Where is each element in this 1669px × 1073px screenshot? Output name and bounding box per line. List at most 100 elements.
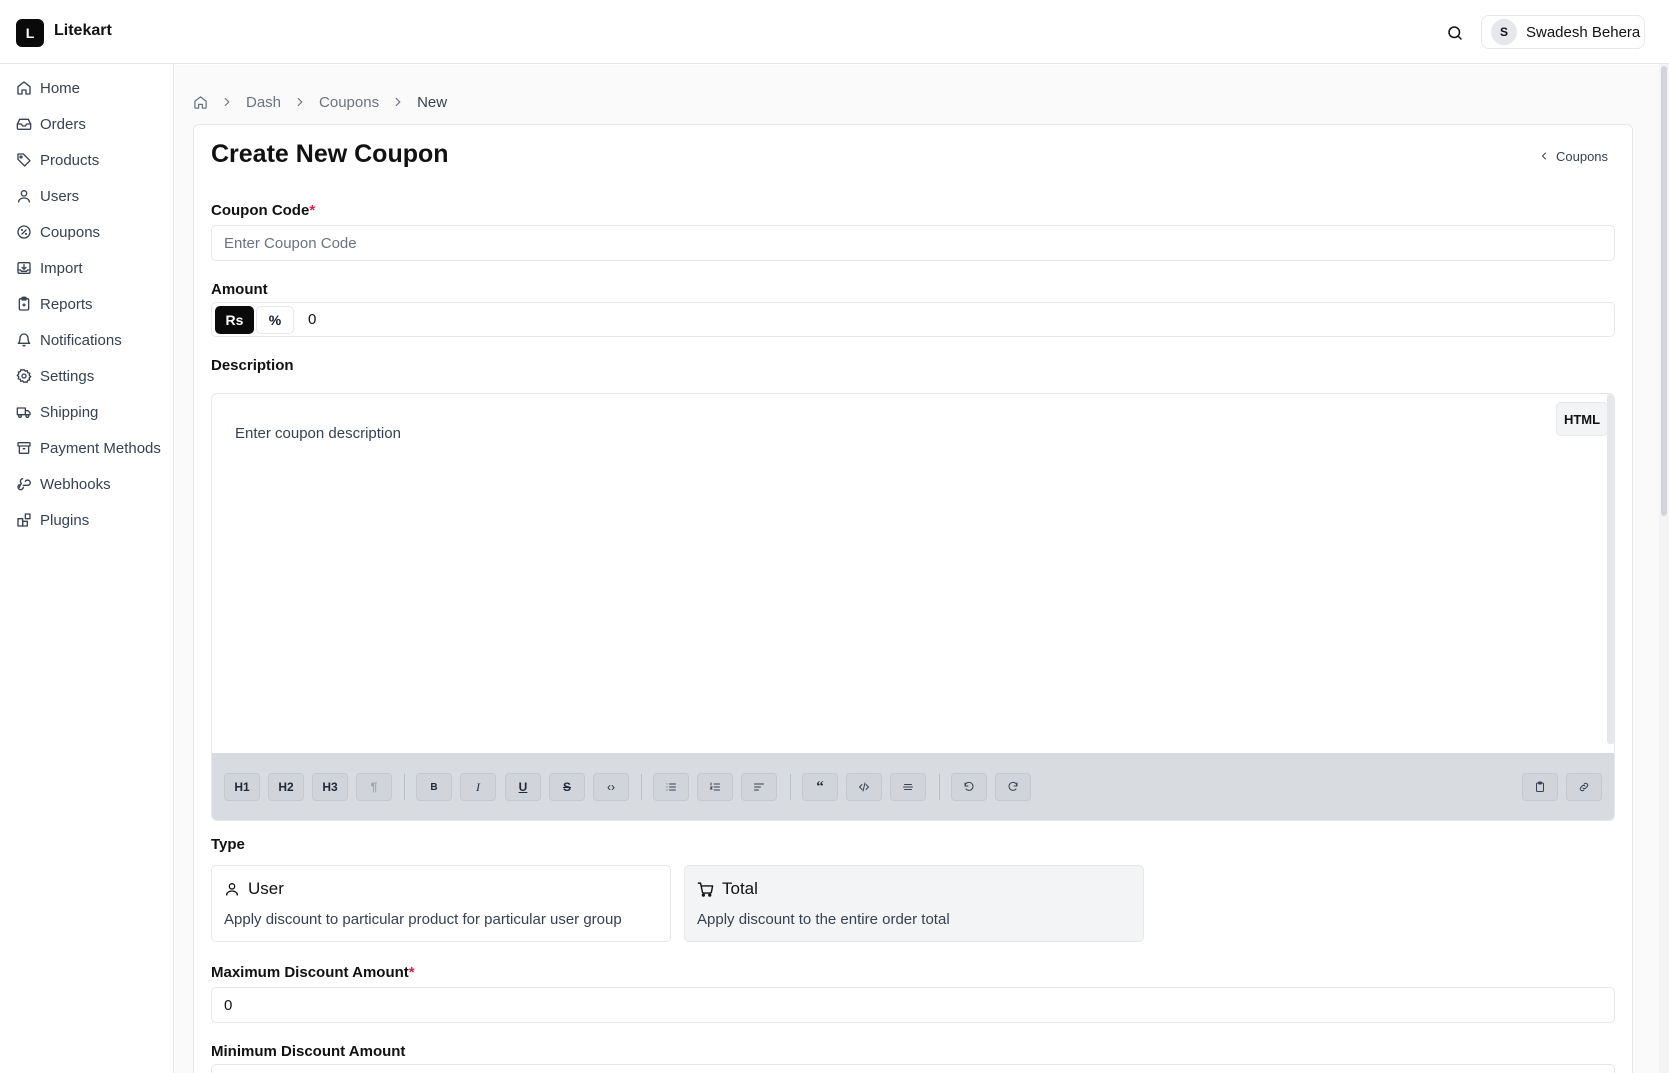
page-title: Create New Coupon [211, 140, 449, 168]
type-option-title-row: User [224, 879, 284, 899]
italic-button[interactable]: I [460, 773, 496, 801]
sidebar-item-label: Shipping [40, 403, 99, 421]
sidebar-item-settings[interactable]: Settings [16, 364, 94, 388]
sidebar-item-shipping[interactable]: Shipping [16, 400, 98, 424]
chevron-right-icon [395, 97, 401, 107]
sidebar-item-orders[interactable]: Orders [16, 112, 86, 136]
bullet-list-button[interactable] [653, 773, 689, 801]
sidebar-item-label: Coupons [40, 223, 101, 241]
heading-1-button[interactable]: H1 [224, 773, 260, 801]
sidebar-item-payment-methods[interactable]: Payment Methods [16, 436, 161, 460]
clipboard-icon [1536, 781, 1544, 792]
sidebar-item-label: Notifications [40, 331, 122, 349]
sidebar-item-home[interactable]: Home [16, 76, 80, 100]
sidebar-item-reports[interactable]: Reports [16, 292, 93, 316]
html-mode-button[interactable]: HTML [1556, 402, 1608, 436]
align-button[interactable] [741, 773, 777, 801]
paste-button[interactable] [1522, 773, 1558, 801]
sidebar-item-label: Settings [40, 367, 95, 385]
align-icon [754, 783, 764, 791]
required-mark: * [309, 202, 316, 219]
app-name[interactable]: Litekart [54, 22, 112, 40]
home-icon [17, 81, 31, 95]
amount-field[interactable]: Rs % 0 [211, 302, 1615, 337]
horizontal-rule-icon [903, 784, 913, 790]
sidebar: Home Orders Products Users Coupons Impor… [0, 64, 174, 1073]
link-button[interactable] [1566, 773, 1602, 801]
coupon-code-label: Coupon Code* [211, 202, 315, 219]
toolbar-divider [641, 774, 642, 800]
min-discount-label: Minimum Discount Amount [211, 1043, 406, 1060]
type-label: Type [211, 836, 245, 853]
sidebar-item-import[interactable]: Import [16, 256, 83, 280]
link-icon [1579, 782, 1589, 792]
sidebar-item-webhooks[interactable]: Webhooks [16, 472, 111, 496]
redo-button[interactable] [995, 773, 1031, 801]
ordered-list-button[interactable] [697, 773, 733, 801]
bold-button[interactable]: B [416, 773, 452, 801]
strikethrough-button[interactable]: S [549, 773, 585, 801]
chevron-right-icon [297, 97, 303, 107]
chevron-left-icon [1541, 152, 1546, 160]
amount-type-rs-button[interactable]: Rs [215, 306, 254, 334]
inbox-icon [16, 118, 32, 130]
type-option-total[interactable]: Total Apply discount to the entire order… [684, 865, 1144, 942]
heading-3-button[interactable]: H3 [312, 773, 348, 801]
type-option-title-row: Total [697, 879, 758, 899]
breadcrumb-dash[interactable]: Dash [246, 94, 281, 111]
sidebar-item-label: Products [40, 151, 100, 169]
coupon-code-label-text: Coupon Code [211, 202, 310, 219]
toolbar-divider [404, 774, 405, 800]
sidebar-item-label: Plugins [40, 511, 90, 529]
home-icon[interactable] [193, 95, 208, 110]
undo-icon [964, 781, 974, 791]
search-button[interactable] [1441, 19, 1469, 47]
blockquote-button[interactable]: “ [802, 773, 838, 801]
redo-icon [1008, 781, 1018, 791]
max-discount-input[interactable] [211, 987, 1615, 1023]
amount-input[interactable]: 0 [308, 311, 316, 328]
coupon-code-input[interactable] [211, 225, 1615, 261]
archive-icon [17, 442, 31, 454]
bell-icon [17, 333, 31, 347]
user-name: Swadesh Behera [1526, 23, 1641, 41]
horizontal-rule-button[interactable] [890, 773, 926, 801]
page-scrollbar-thumb[interactable] [1661, 66, 1667, 516]
heading-2-button[interactable]: H2 [268, 773, 304, 801]
sidebar-item-coupons[interactable]: Coupons [16, 220, 100, 244]
breadcrumb-coupons[interactable]: Coupons [319, 94, 379, 111]
sidebar-item-products[interactable]: Products [16, 148, 99, 172]
app-logo[interactable]: L [16, 19, 44, 47]
paragraph-button[interactable]: ¶ [356, 773, 392, 801]
editor-scrollbar[interactable] [1607, 394, 1614, 744]
bullet-list-icon [666, 783, 676, 791]
inline-code-button[interactable]: ‹› [593, 773, 629, 801]
sidebar-item-plugins[interactable]: Plugins [16, 508, 89, 532]
sidebar-item-label: Import [40, 259, 83, 277]
blocks-icon [17, 513, 31, 527]
toolbar-divider [790, 774, 791, 800]
user-menu-button[interactable]: S Swadesh Behera [1481, 15, 1645, 49]
min-discount-input[interactable] [211, 1064, 1615, 1073]
description-editor[interactable]: Enter coupon description HTML [211, 393, 1615, 821]
code-block-icon [858, 782, 870, 792]
sidebar-item-label: Home [40, 79, 81, 97]
back-to-coupons-link[interactable]: Coupons [1538, 146, 1608, 166]
cart-icon [697, 881, 714, 897]
sidebar-item-notifications[interactable]: Notifications [16, 328, 122, 352]
code-block-button[interactable] [846, 773, 882, 801]
editor-placeholder[interactable]: Enter coupon description [235, 425, 401, 442]
sidebar-item-label: Orders [40, 115, 86, 133]
type-option-user[interactable]: User Apply discount to particular produc… [211, 865, 671, 942]
undo-button[interactable] [951, 773, 987, 801]
sidebar-item-users[interactable]: Users [16, 184, 79, 208]
underline-button[interactable]: U [505, 773, 541, 801]
back-link-label: Coupons [1556, 148, 1609, 164]
tag-icon [17, 153, 31, 167]
webhook-icon [17, 478, 31, 491]
amount-type-percent-button[interactable]: % [256, 306, 294, 334]
max-discount-label: Maximum Discount Amount* [211, 964, 415, 981]
chevron-right-icon [224, 97, 230, 107]
badge-percent-icon [17, 225, 31, 239]
sidebar-item-label: Reports [40, 295, 93, 313]
